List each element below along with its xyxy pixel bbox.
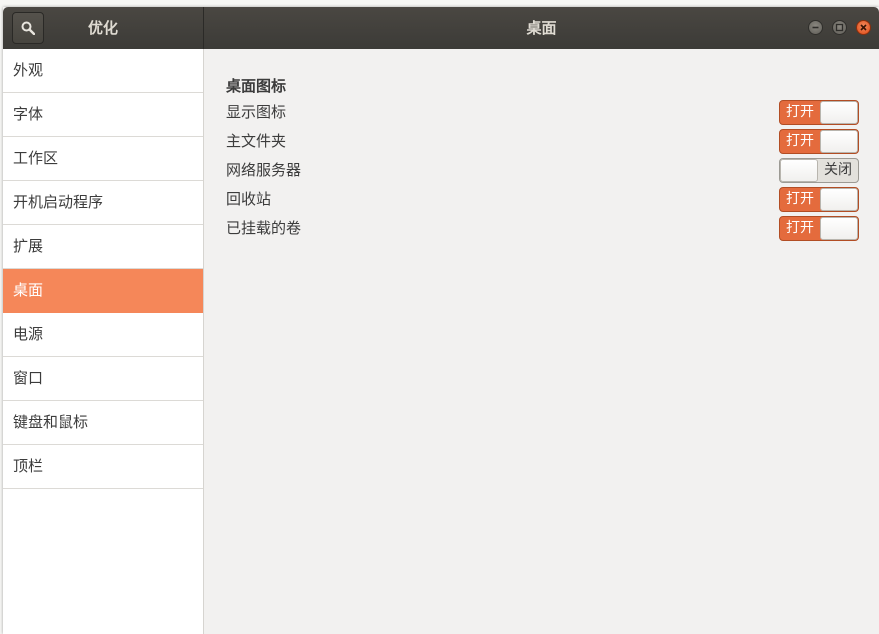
network-servers-switch[interactable]: 关闭: [779, 158, 859, 183]
sidebar-item-extensions[interactable]: 扩展: [3, 225, 203, 269]
search-icon: [21, 21, 35, 35]
switch-state-label: 打开: [786, 133, 814, 149]
sidebar-item-power[interactable]: 电源: [3, 313, 203, 357]
sidebar-item-label: 顶栏: [13, 457, 44, 475]
sidebar-item-label: 外观: [13, 61, 44, 79]
home-folder-switch[interactable]: 打开: [779, 129, 859, 154]
sidebar-item-label: 桌面: [13, 281, 44, 299]
sidebar-item-label: 字体: [13, 105, 44, 123]
sidebar-item-label: 键盘和鼠标: [13, 413, 89, 431]
setting-row-show-icons: 显示图标 打开: [226, 99, 859, 126]
setting-row-mounted-volumes: 已挂载的卷 打开: [226, 215, 859, 242]
sidebar-item-desktop[interactable]: 桌面: [3, 269, 203, 313]
switch-state-label: 打开: [786, 191, 814, 207]
switch-knob: [820, 130, 858, 153]
setting-label: 网络服务器: [226, 161, 302, 179]
sidebar: 外观 字体 工作区 开机启动程序 扩展 桌面 电源 窗口 键盘和鼠标 顶栏: [3, 49, 204, 634]
close-button[interactable]: [856, 20, 871, 35]
maximize-button[interactable]: [831, 20, 847, 35]
setting-row-home-folder: 主文件夹 打开: [226, 128, 859, 155]
switch-state-label: 关闭: [824, 162, 852, 178]
page-title: 桌面: [526, 19, 557, 37]
sidebar-item-label: 工作区: [13, 149, 59, 167]
section-title: 桌面图标: [226, 77, 287, 95]
close-icon: [860, 24, 867, 31]
sidebar-item-label: 电源: [13, 325, 44, 343]
app-window: 优化 桌面 外观 字体 工作区 开机启动程序 扩展 桌面 电源 窗口 键盘和鼠标…: [3, 7, 879, 634]
setting-label: 回收站: [226, 190, 272, 208]
switch-state-label: 打开: [786, 104, 814, 120]
setting-row-trash: 回收站 打开: [226, 186, 859, 213]
sidebar-item-label: 开机启动程序: [13, 193, 104, 211]
sidebar-item-startup-applications[interactable]: 开机启动程序: [3, 181, 203, 225]
sidebar-item-workspaces[interactable]: 工作区: [3, 137, 203, 181]
show-icons-switch[interactable]: 打开: [779, 100, 859, 125]
sidebar-item-fonts[interactable]: 字体: [3, 93, 203, 137]
search-button[interactable]: [12, 12, 44, 44]
app-title: 优化: [87, 19, 118, 37]
sidebar-item-label: 窗口: [13, 369, 44, 387]
main-content: 桌面图标 显示图标 打开 主文件夹 打开 网络服务器 关闭 回收站 打开 已挂载…: [204, 49, 879, 634]
header-bar: 优化 桌面: [3, 7, 879, 49]
maximize-icon: [835, 23, 844, 32]
minimize-icon: [812, 26, 819, 29]
minimize-button[interactable]: [807, 20, 823, 35]
setting-label: 已挂载的卷: [226, 219, 302, 237]
sidebar-item-windows[interactable]: 窗口: [3, 357, 203, 401]
switch-knob: [780, 159, 818, 182]
switch-knob: [820, 217, 858, 240]
sidebar-header: 优化: [3, 7, 204, 49]
sidebar-item-label: 扩展: [13, 237, 44, 255]
setting-row-network-servers: 网络服务器 关闭: [226, 157, 859, 184]
sidebar-item-keyboard-mouse[interactable]: 键盘和鼠标: [3, 401, 203, 445]
sidebar-item-appearance[interactable]: 外观: [3, 49, 203, 93]
switch-knob: [820, 101, 858, 124]
switch-knob: [820, 188, 858, 211]
setting-label: 显示图标: [226, 103, 287, 121]
setting-label: 主文件夹: [226, 132, 287, 150]
window-controls: [804, 20, 871, 36]
mounted-volumes-switch[interactable]: 打开: [779, 216, 859, 241]
switch-state-label: 打开: [786, 220, 814, 236]
sidebar-item-top-bar[interactable]: 顶栏: [3, 445, 203, 489]
trash-switch[interactable]: 打开: [779, 187, 859, 212]
